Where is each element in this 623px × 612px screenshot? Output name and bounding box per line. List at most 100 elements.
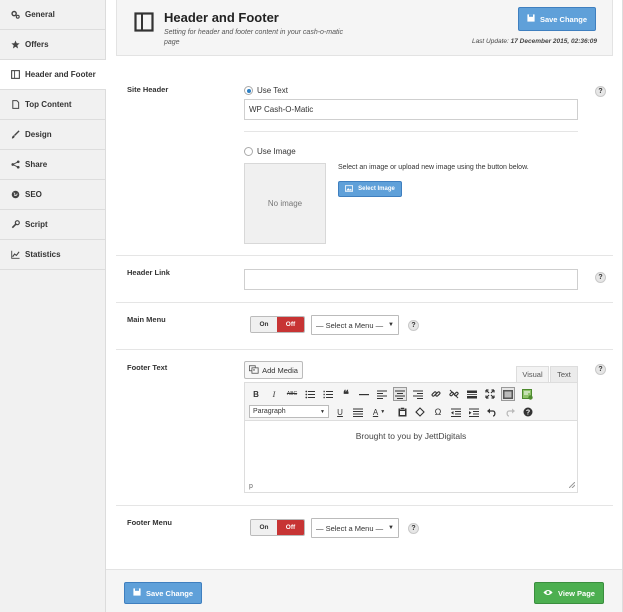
align-left-icon[interactable] <box>375 387 389 401</box>
save-change-button[interactable]: Save Change <box>124 582 202 604</box>
help-icon[interactable]: ? <box>521 405 535 419</box>
toggle-off[interactable]: Off <box>277 520 304 535</box>
tab-visual[interactable]: Visual <box>516 366 549 382</box>
sidebar-item-header-and-footer[interactable]: Header and Footer <box>0 60 106 90</box>
unlink-icon[interactable] <box>447 387 461 401</box>
save-change-button[interactable]: Save Change <box>518 7 596 31</box>
indent-icon[interactable] <box>467 405 481 419</box>
fullscreen-icon[interactable] <box>483 387 497 401</box>
redo-icon[interactable] <box>503 405 517 419</box>
clear-formatting-icon[interactable] <box>413 405 427 419</box>
tab-text[interactable]: Text <box>550 366 578 382</box>
bullet-list-icon[interactable] <box>303 387 317 401</box>
align-right-icon[interactable] <box>411 387 425 401</box>
action-bar: Save Change View Page <box>106 569 622 612</box>
media-icon <box>249 364 259 376</box>
view-page-button[interactable]: View Page <box>534 582 604 604</box>
last-update: Last Update: 17 December 2015, 02:36:09 <box>472 38 597 45</box>
plugin-icon[interactable] <box>520 387 534 401</box>
save-change-label: Save Change <box>145 588 194 598</box>
numbered-list-icon[interactable] <box>321 387 335 401</box>
paste-text-icon[interactable] <box>395 405 409 419</box>
strikethrough-icon[interactable]: ABC <box>285 387 299 401</box>
editor-content[interactable]: Brought to you by JettDigitals <box>245 421 577 481</box>
footer-text-help-icon[interactable]: ? <box>595 364 606 375</box>
site-header-text-input[interactable]: WP Cash-O-Matic <box>244 99 578 120</box>
sidebar-item-design[interactable]: Design <box>0 120 105 150</box>
text-color-icon[interactable]: A ▼ <box>369 405 389 419</box>
sidebar-item-label: Share <box>25 160 48 169</box>
page-title: Header and Footer <box>164 10 279 25</box>
image-icon <box>345 184 354 194</box>
view-page-label: View Page <box>558 588 595 598</box>
header-link-label: Header Link <box>127 268 170 277</box>
add-media-button[interactable]: Add Media <box>244 361 303 379</box>
blockquote-icon[interactable]: ❝ <box>339 387 353 401</box>
toolbar-toggle-icon[interactable] <box>501 387 515 401</box>
sidebar-item-label: Offers <box>25 40 49 49</box>
footer-menu-label: Footer Menu <box>127 518 172 527</box>
paragraph-format-select[interactable]: Paragraph ▼ <box>249 405 329 418</box>
use-image-radio[interactable]: Use Image <box>244 147 296 156</box>
site-header-help-icon[interactable]: ? <box>595 86 606 97</box>
undo-icon[interactable] <box>485 405 499 419</box>
footer-text-editor: B I ABC ❝ Paragraph ▼ U A ▼ Ω ? Brought … <box>244 382 578 493</box>
footer-menu-select[interactable]: — Select a Menu — ▼ <box>311 518 399 538</box>
resize-handle-icon[interactable] <box>568 481 576 490</box>
main-menu-select[interactable]: — Select a Menu — ▼ <box>311 315 399 335</box>
caret-down-icon: ▼ <box>320 408 325 415</box>
sidebar-item-script[interactable]: Script <box>0 210 105 240</box>
save-change-label: Save Change <box>539 14 588 24</box>
toggle-off[interactable]: Off <box>277 317 304 332</box>
sidebar-item-offers[interactable]: Offers <box>0 30 105 60</box>
sidebar-item-share[interactable]: Share <box>0 150 105 180</box>
justify-icon[interactable] <box>351 405 365 419</box>
read-more-icon[interactable] <box>465 387 479 401</box>
underline-icon[interactable]: U <box>333 405 347 419</box>
sidebar-item-label: General <box>25 10 55 19</box>
toggle-on[interactable]: On <box>251 317 277 332</box>
sidebar-item-label: Header and Footer <box>25 70 96 79</box>
italic-icon[interactable]: I <box>267 387 281 401</box>
sidebar-item-label: Statistics <box>25 250 61 259</box>
caret-down-icon: ▼ <box>388 525 394 531</box>
radio-checked-icon <box>244 86 253 95</box>
footer-menu-select-value: — Select a Menu — <box>316 523 384 533</box>
toggle-on[interactable]: On <box>251 520 277 535</box>
eye-icon <box>543 589 553 598</box>
use-text-radio[interactable]: Use Text <box>244 86 288 95</box>
globe-icon <box>11 190 20 199</box>
special-character-icon[interactable]: Ω <box>431 405 445 419</box>
save-icon <box>133 588 141 598</box>
editor-toolbar: B I ABC ❝ Paragraph ▼ U A ▼ Ω ? <box>245 383 577 421</box>
footer-menu-help-icon[interactable]: ? <box>408 523 419 534</box>
sidebar-item-label: Design <box>25 130 52 139</box>
select-image-button[interactable]: Select Image <box>338 181 402 197</box>
align-center-icon[interactable] <box>393 387 407 401</box>
horizontal-line-icon[interactable] <box>357 387 371 401</box>
caret-down-icon: ▼ <box>388 322 394 328</box>
chart-icon <box>11 250 20 259</box>
brush-icon <box>11 130 20 139</box>
main-menu-toggle[interactable]: On Off <box>250 316 305 333</box>
sidebar-item-general[interactable]: General <box>0 0 105 30</box>
main-menu-select-value: — Select a Menu — <box>316 320 384 330</box>
main-menu-help-icon[interactable]: ? <box>408 320 419 331</box>
sidebar-item-label: Script <box>25 220 48 229</box>
outdent-icon[interactable] <box>449 405 463 419</box>
svg-text:?: ? <box>526 410 530 417</box>
sidebar-item-seo[interactable]: SEO <box>0 180 105 210</box>
bold-icon[interactable]: B <box>249 387 263 401</box>
save-icon <box>527 14 535 24</box>
link-icon[interactable] <box>429 387 443 401</box>
site-header-label: Site Header <box>127 85 169 94</box>
sidebar-item-top-content[interactable]: Top Content <box>0 90 105 120</box>
footer-menu-toggle[interactable]: On Off <box>250 519 305 536</box>
header-link-help-icon[interactable]: ? <box>595 272 606 283</box>
header-link-input[interactable] <box>244 269 578 290</box>
divider <box>116 255 613 256</box>
sidebar-item-statistics[interactable]: Statistics <box>0 240 105 270</box>
wrench-icon <box>11 220 20 229</box>
layout-icon <box>134 12 154 34</box>
use-image-label: Use Image <box>257 147 296 156</box>
